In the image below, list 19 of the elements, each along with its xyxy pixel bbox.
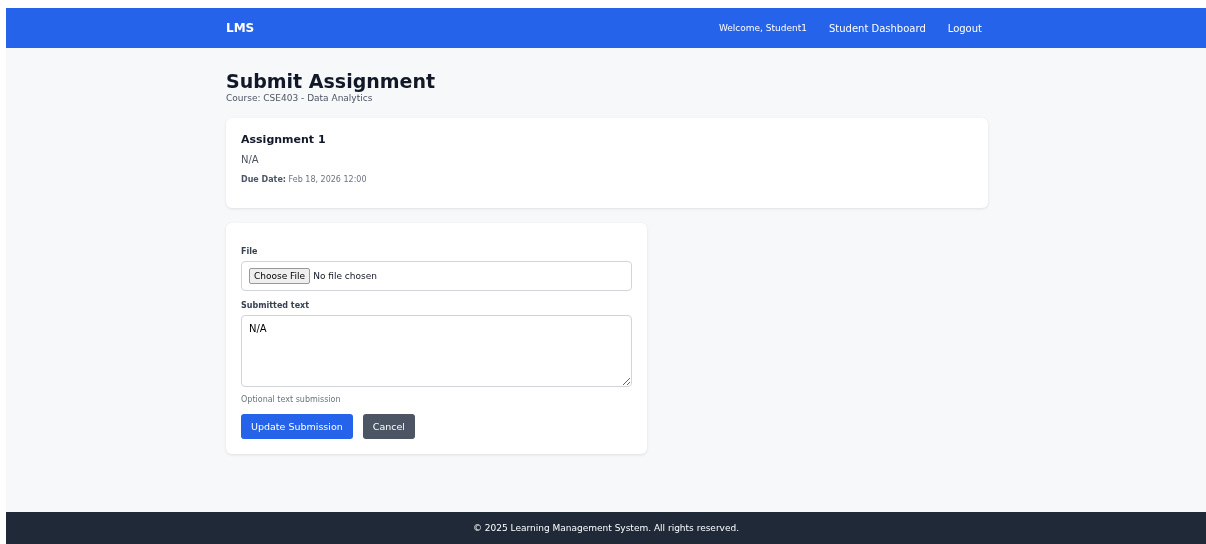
- assignment-description: N/A: [241, 154, 260, 165]
- field-label: File: [241, 247, 259, 256]
- copyright-text: © 2025 Learning Management System. All rights reserved.: [472, 523, 740, 533]
- file-input[interactable]: Choose File No file chosen: [241, 261, 632, 291]
- course-name: Course: CSE403 - Data Analytics: [226, 93, 374, 103]
- hint-text: Optional text submission: [241, 395, 342, 404]
- submit-button[interactable]: Update Submission: [241, 414, 353, 439]
- choose-file-button[interactable]: Choose File: [249, 268, 311, 284]
- text-area[interactable]: N/A: [241, 315, 632, 387]
- assignment-title: Assignment 1: [241, 133, 327, 146]
- brand-logo[interactable]: LMS: [226, 21, 255, 35]
- field-label: Submitted text: [241, 301, 311, 310]
- file-status: No file chosen: [313, 271, 377, 281]
- welcome-text: Welcome, Student1: [718, 23, 807, 33]
- nav-link[interactable]: Student Dashboard: [828, 22, 926, 34]
- cancel-button[interactable]: Cancel: [362, 414, 415, 439]
- nav-link[interactable]: Logout: [947, 22, 982, 34]
- due-date: Due Date: Feb 18, 2026 12:00: [241, 175, 368, 184]
- page-title: Submit Assignment: [226, 69, 437, 93]
